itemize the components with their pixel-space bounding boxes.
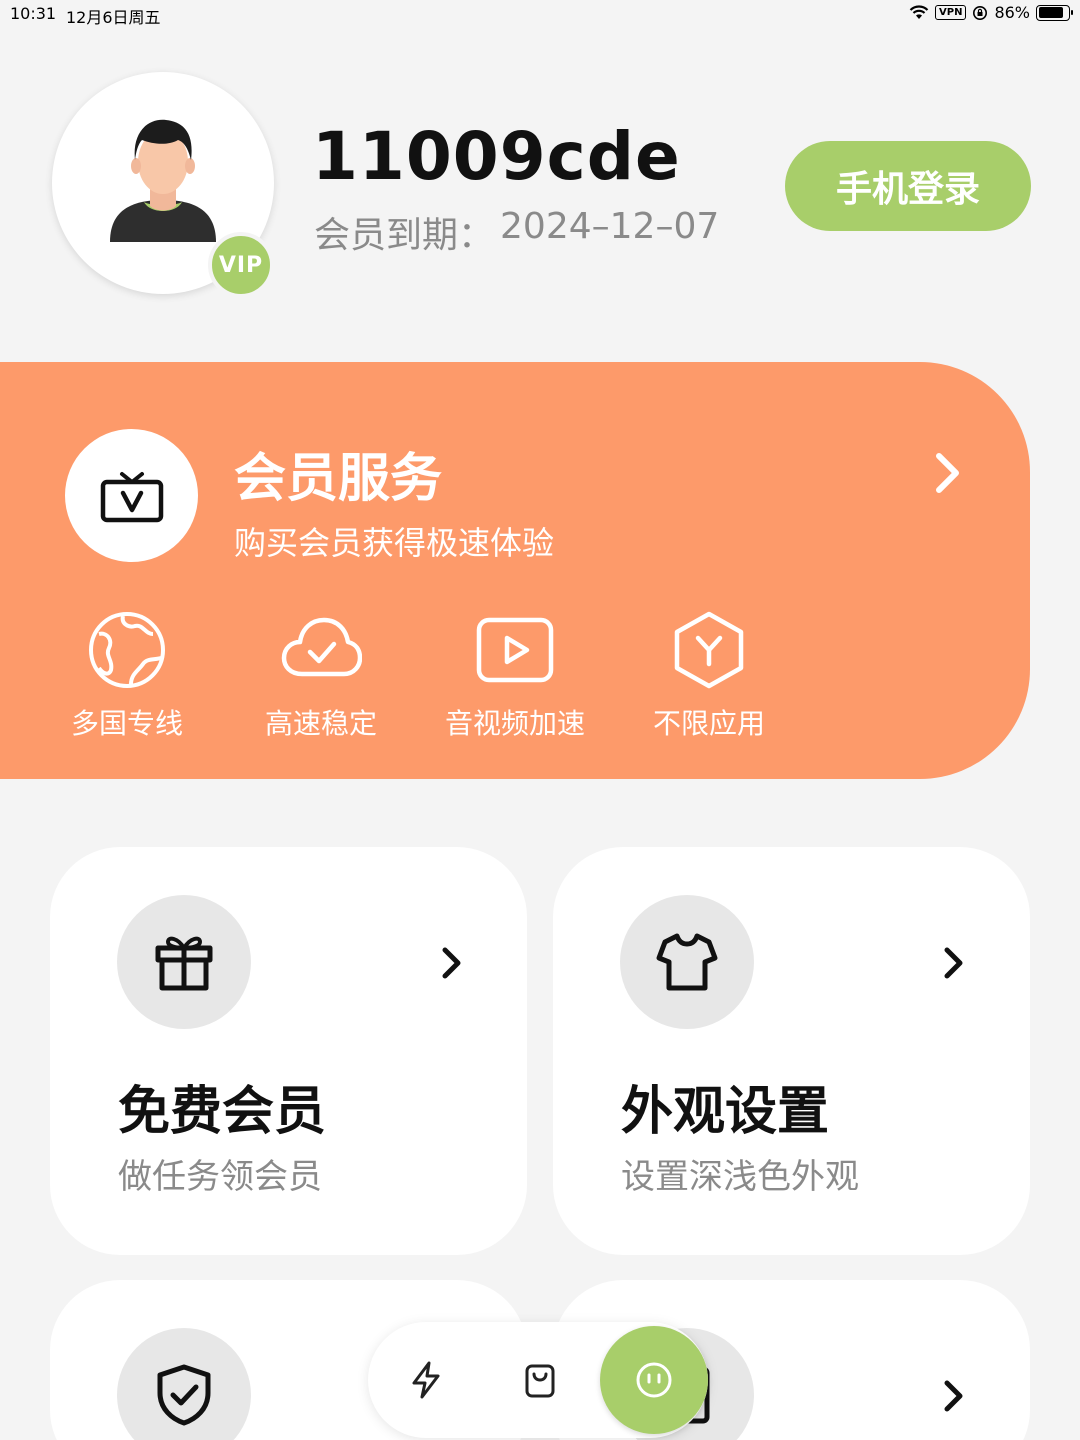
tile-title: 外观设置 [621,1082,830,1142]
gift-icon [155,936,213,991]
shield-check-icon [157,1364,211,1426]
shirt-icon [656,933,718,991]
orientation-lock-icon [973,5,988,20]
smiley-icon [636,1362,672,1398]
feature-label: 多国专线 [70,707,183,740]
expiry-label: 会员到期： [314,215,495,256]
chevron-right-icon [936,453,959,493]
vip-badge: VIP [208,232,274,298]
feature-multi-country[interactable]: 多国专线 [47,610,207,742]
feature-av-acceleration[interactable]: 音视频加速 [435,610,595,742]
expiry-date: 2024–12–07 [500,206,720,247]
membership-service-card[interactable]: 会员服务 购买会员获得极速体验 多国专线 高速稳定 音视频加速 不限应用 [0,362,1030,779]
feature-label: 高速稳定 [264,707,377,740]
vpn-badge: VPN [935,5,967,20]
vip-tv-icon [100,471,163,522]
battery-percent: 86% [994,3,1030,22]
cloud-check-icon [281,617,362,677]
tile-icon-circle [117,1328,251,1440]
app-hexagon-icon [674,611,744,689]
tile-icon-circle [117,895,251,1029]
battery-fill [1038,7,1064,18]
appearance-settings-tile[interactable]: 外观设置 设置深浅色外观 [553,847,1030,1255]
free-membership-tile[interactable]: 免费会员 做任务领会员 [50,847,527,1255]
membership-expiry: 会员到期： 2024–12–07 [314,206,719,258]
feature-label: 不限应用 [652,707,765,740]
status-time: 10:31 [10,4,57,23]
chevron-right-icon [442,947,461,979]
membership-title: 会员服务 [234,449,443,509]
membership-icon-circle [65,429,198,562]
tile-subtitle: 做任务领会员 [118,1157,322,1197]
status-indicators: VPN 86% [909,3,1073,22]
phone-login-button[interactable]: 手机登录 [785,141,1031,231]
username: 11009cde [312,118,681,195]
membership-subtitle: 购买会员获得极速体验 [234,524,555,562]
battery-icon [1036,4,1073,21]
chevron-right-icon [944,1380,963,1412]
lightning-icon [412,1361,440,1399]
feature-unlimited-apps[interactable]: 不限应用 [629,610,789,742]
tile-icon-circle [620,895,754,1029]
status-date: 12月6日周五 [66,8,161,27]
tile-subtitle: 设置深浅色外观 [621,1157,859,1197]
nav-smiley[interactable] [600,1326,708,1434]
globe-icon [89,612,165,688]
play-icon [476,617,554,683]
status-bar: 10:31 12月6日周五 VPN 86% [0,0,1080,30]
feature-high-speed[interactable]: 高速稳定 [241,610,401,742]
user-avatar-icon [110,119,216,242]
nav-lightning[interactable] [398,1352,454,1408]
tile-title: 免费会员 [118,1082,327,1142]
feature-label: 音视频加速 [444,707,585,740]
nav-bag[interactable] [512,1352,568,1408]
chevron-right-icon [944,947,963,979]
wifi-icon [909,5,929,19]
bottom-nav [368,1322,708,1438]
bag-icon [525,1364,555,1398]
